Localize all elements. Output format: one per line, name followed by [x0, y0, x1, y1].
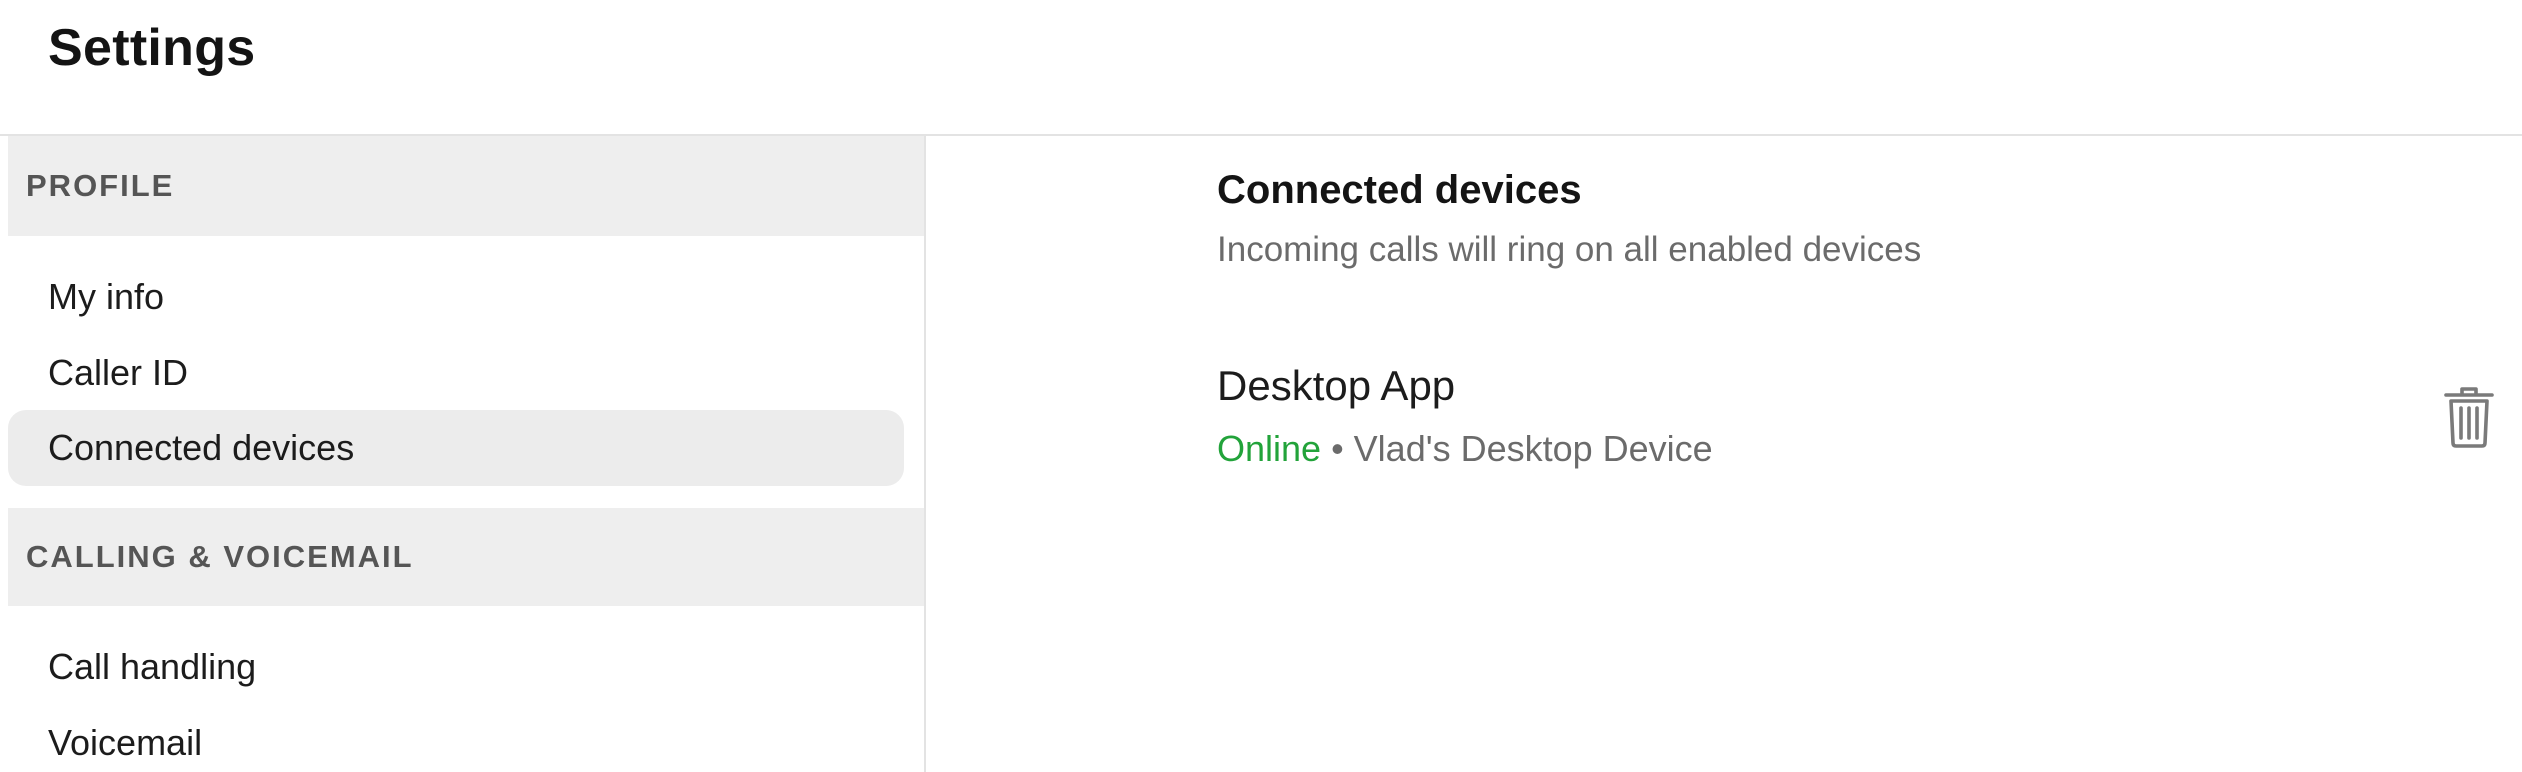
device-description: Vlad's Desktop Device: [1353, 428, 1713, 469]
sidebar-divider: [924, 136, 926, 772]
page-header: Settings: [0, 0, 2522, 136]
section-subtitle: Incoming calls will ring on all enabled …: [1217, 230, 1922, 269]
settings-sidebar: PROFILE My info Caller ID Connected devi…: [8, 136, 924, 772]
section-title: Connected devices: [1217, 168, 1582, 212]
trash-icon: [2444, 387, 2494, 448]
sidebar-section-profile: PROFILE: [8, 136, 924, 236]
device-status: Online: [1217, 428, 1322, 469]
sidebar-item-connected-devices[interactable]: Connected devices: [8, 410, 904, 486]
sidebar-item-call-handling[interactable]: Call handling: [8, 630, 904, 704]
sidebar-section-calling-voicemail: CALLING & VOICEMAIL: [8, 508, 924, 606]
sidebar-item-caller-id[interactable]: Caller ID: [8, 336, 904, 410]
delete-device-button[interactable]: [2440, 382, 2498, 452]
status-separator: •: [1331, 428, 1344, 469]
device-status-line: Online • Vlad's Desktop Device: [1217, 428, 1713, 470]
sidebar-item-voicemail[interactable]: Voicemail: [8, 706, 904, 772]
sidebar-item-my-info[interactable]: My info: [8, 260, 904, 334]
page-title: Settings: [48, 19, 256, 77]
settings-page: Settings PROFILE My info Caller ID Conne…: [0, 0, 2522, 772]
device-name: Desktop App: [1217, 362, 1456, 409]
